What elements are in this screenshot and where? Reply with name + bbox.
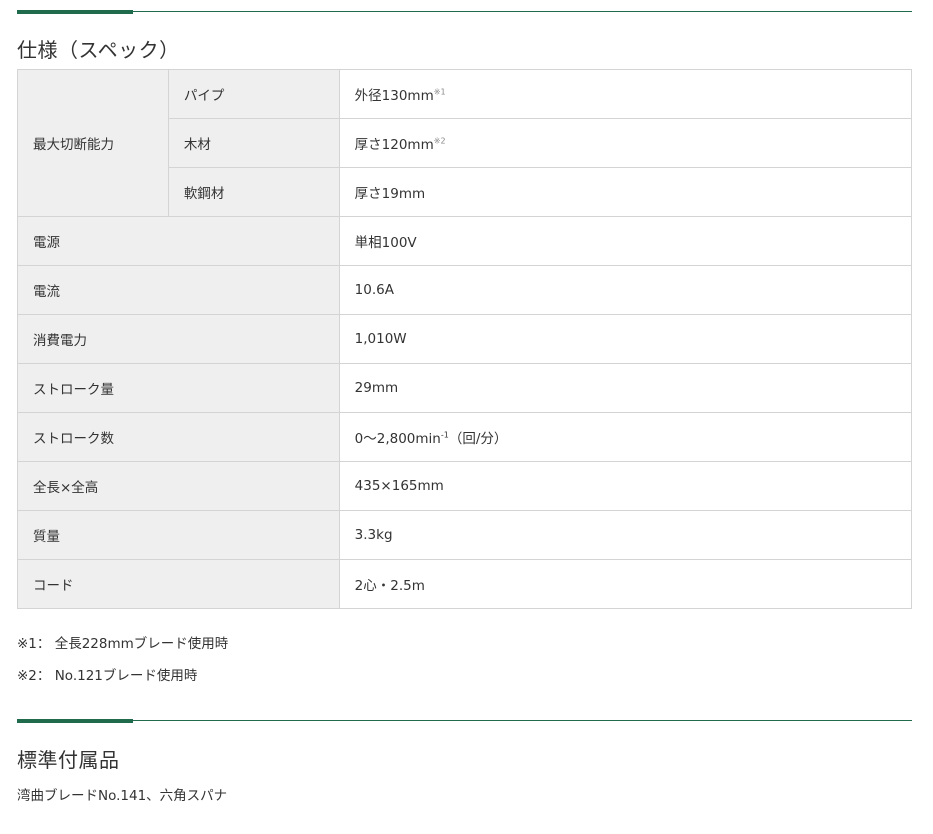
table-row: 消費電力 1,010W: [17, 314, 913, 364]
spec-value: 10.6A: [338, 265, 913, 315]
table-row: 質量 3.3kg: [17, 510, 913, 560]
table-row: ストローク数 0〜2,800min-1（回/分）: [17, 412, 913, 462]
divider-accent: [17, 10, 133, 14]
section-divider-spec: [17, 10, 912, 14]
table-row: 電流 10.6A: [17, 265, 913, 315]
accessories-heading: 標準付属品: [17, 748, 120, 772]
spec-value: 厚さ120mm※2: [338, 118, 913, 168]
table-row: コード 2心・2.5m: [17, 559, 913, 609]
divider-line: [17, 11, 912, 12]
divider-accent: [17, 719, 133, 723]
table-row: 電源 単相100V: [17, 216, 913, 266]
spec-table: 最大切断能力 パイプ 外径130mm※1 木材 厚さ120mm※2 軟鋼材 厚さ…: [17, 69, 913, 609]
value-text: 0〜2,800min: [354, 431, 441, 447]
spec-label: 電源: [17, 216, 340, 266]
footnote: ※1： 全長228mmブレード使用時: [17, 636, 229, 652]
spec-label: ストローク数: [17, 412, 340, 462]
value-text: 厚さ120mm: [354, 137, 434, 153]
accessories-text: 湾曲ブレードNo.141、六角スパナ: [17, 788, 228, 804]
spec-value: 2心・2.5m: [338, 559, 913, 609]
spec-value: 1,010W: [338, 314, 913, 364]
table-row: ストローク量 29mm: [17, 363, 913, 413]
spec-value: 厚さ19mm: [338, 167, 913, 217]
spec-value: 3.3kg: [338, 510, 913, 560]
spec-label: ストローク量: [17, 363, 340, 413]
spec-label: 消費電力: [17, 314, 340, 364]
spec-value: 435×165mm: [338, 461, 913, 511]
spec-value: 29mm: [338, 363, 913, 413]
exponent: -1: [440, 430, 449, 440]
cutting-sub-label: 軟鋼材: [167, 167, 340, 217]
spec-label: 電流: [17, 265, 340, 315]
cutting-capacity-label: 最大切断能力: [17, 69, 169, 217]
spec-heading: 仕様（スペック）: [17, 38, 180, 62]
divider-line: [17, 720, 912, 721]
cutting-sub-label: パイプ: [167, 69, 340, 119]
spec-label: 質量: [17, 510, 340, 560]
section-divider-accessories: [17, 719, 912, 723]
table-row: 最大切断能力 パイプ 外径130mm※1: [17, 69, 913, 217]
spec-value: 0〜2,800min-1（回/分）: [338, 412, 913, 462]
value-unit: （回/分）: [448, 431, 508, 447]
spec-value: 外径130mm※1: [338, 69, 913, 119]
spec-label: 全長×全高: [17, 461, 340, 511]
value-text: 外径130mm: [354, 88, 434, 104]
spec-label: コード: [17, 559, 340, 609]
footnote-mark: ※2: [433, 136, 446, 146]
footnote: ※2： No.121ブレード使用時: [17, 668, 198, 684]
footnote-mark: ※1: [433, 87, 446, 97]
table-row: 全長×全高 435×165mm: [17, 461, 913, 511]
cutting-sub-label: 木材: [167, 118, 340, 168]
spec-value: 単相100V: [338, 216, 913, 266]
